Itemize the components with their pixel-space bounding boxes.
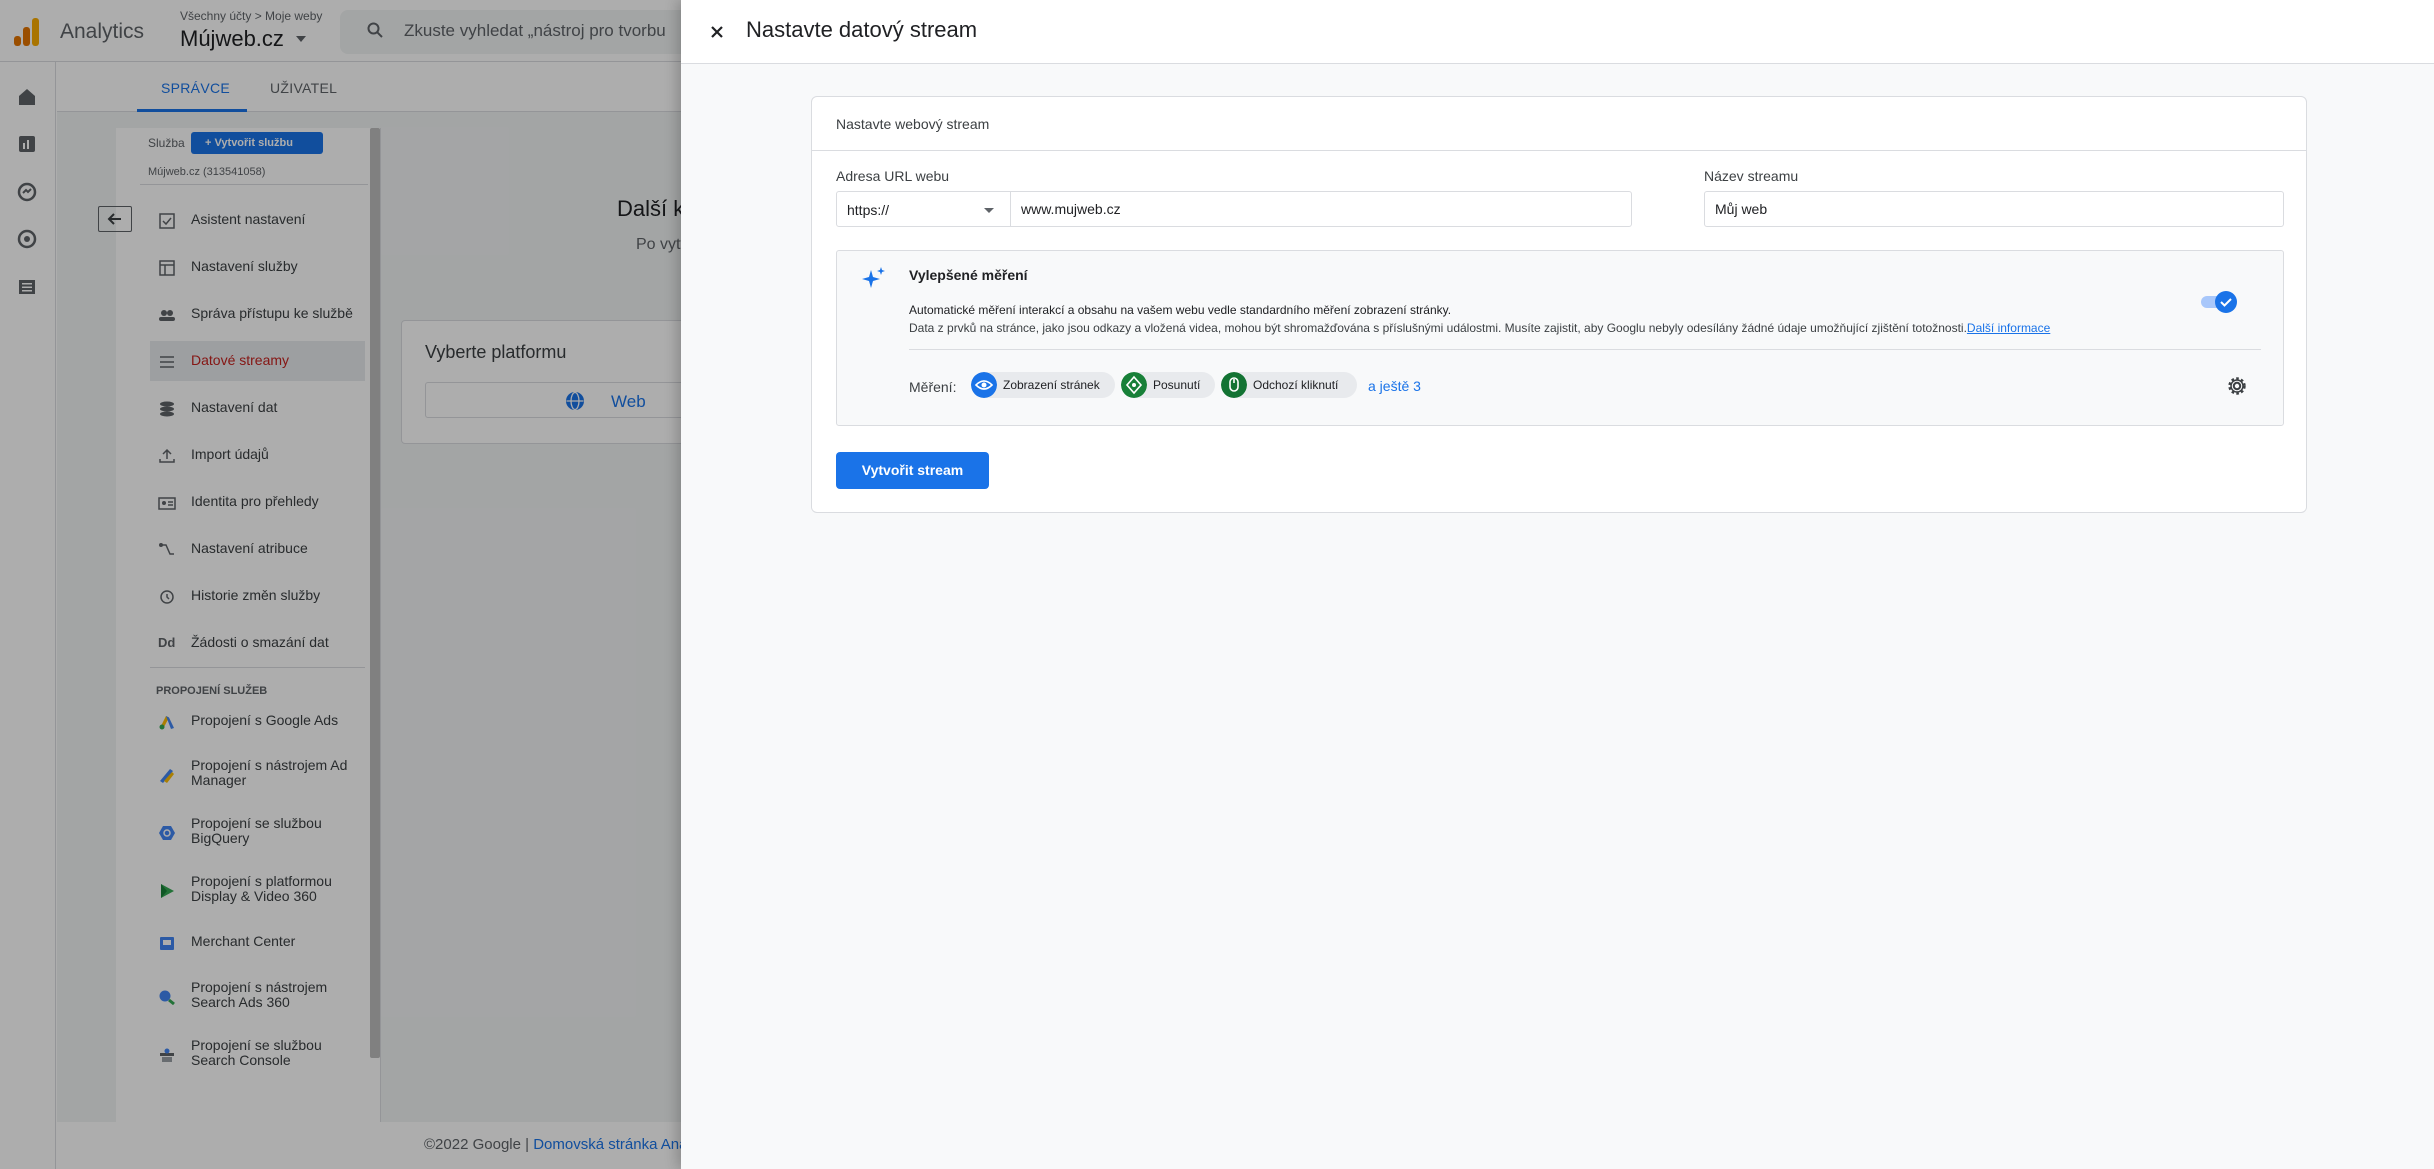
web-stream-card: Nastavte webový stream Adresa URL webu h… (811, 96, 2307, 513)
gear-icon[interactable] (2226, 375, 2248, 397)
chip-label: Odchozí kliknutí (1253, 378, 1339, 392)
measurement-label: Měření: (909, 379, 957, 395)
toggle-knob (2215, 291, 2237, 313)
url-field-label: Adresa URL webu (836, 168, 950, 184)
sparkle-icon (862, 267, 885, 288)
card-header: Nastavte webový stream (812, 97, 2306, 151)
more-measurements-link[interactable]: a ještě 3 (1368, 378, 1421, 394)
card-title: Nastavte webový stream (836, 116, 990, 132)
stream-name-label: Název streamu (1704, 168, 1799, 184)
panel-title: Nastavte datový stream (746, 17, 978, 42)
mouse-icon (1221, 372, 1247, 398)
create-stream-button[interactable]: Vytvořit stream (836, 452, 989, 489)
stream-name-input[interactable] (1704, 191, 2284, 227)
enhanced-measurement-description: Automatické měření interakcí a obsahu na… (909, 303, 1452, 317)
divider (909, 349, 2261, 350)
enhanced-measurement-title: Vylepšené měření (909, 267, 1028, 283)
scroll-icon (1121, 372, 1147, 398)
close-icon[interactable] (703, 18, 731, 46)
enhanced-measurement-toggle[interactable] (2201, 291, 2237, 313)
chip-page-views: Zobrazení stránek (971, 372, 1115, 398)
setup-stream-panel: Nastavte datový stream Nastavte webový s… (681, 0, 2434, 1169)
protocol-select[interactable]: https:// (836, 191, 1011, 227)
note-text: Data z prvků na stránce, jako jsou odkaz… (909, 321, 1967, 335)
chip-scrolls: Posunutí (1121, 372, 1215, 398)
chip-label: Posunutí (1153, 378, 1201, 392)
panel-header: Nastavte datový stream (681, 0, 2434, 64)
enhanced-measurement-note: Data z prvků na stránce, jako jsou odkaz… (909, 321, 2050, 335)
protocol-value: https:// (847, 202, 890, 218)
learn-more-link[interactable]: Další informace (1967, 321, 2050, 335)
check-icon (2220, 298, 2232, 307)
enhanced-measurement-box: Vylepšené měření Automatické měření inte… (836, 250, 2284, 426)
chip-label: Zobrazení stránek (1003, 378, 1100, 392)
website-url-input[interactable] (1010, 191, 1632, 227)
eye-icon (971, 372, 997, 398)
chip-outbound-clicks: Odchozí kliknutí (1221, 372, 1357, 398)
chevron-down-icon (984, 208, 994, 213)
